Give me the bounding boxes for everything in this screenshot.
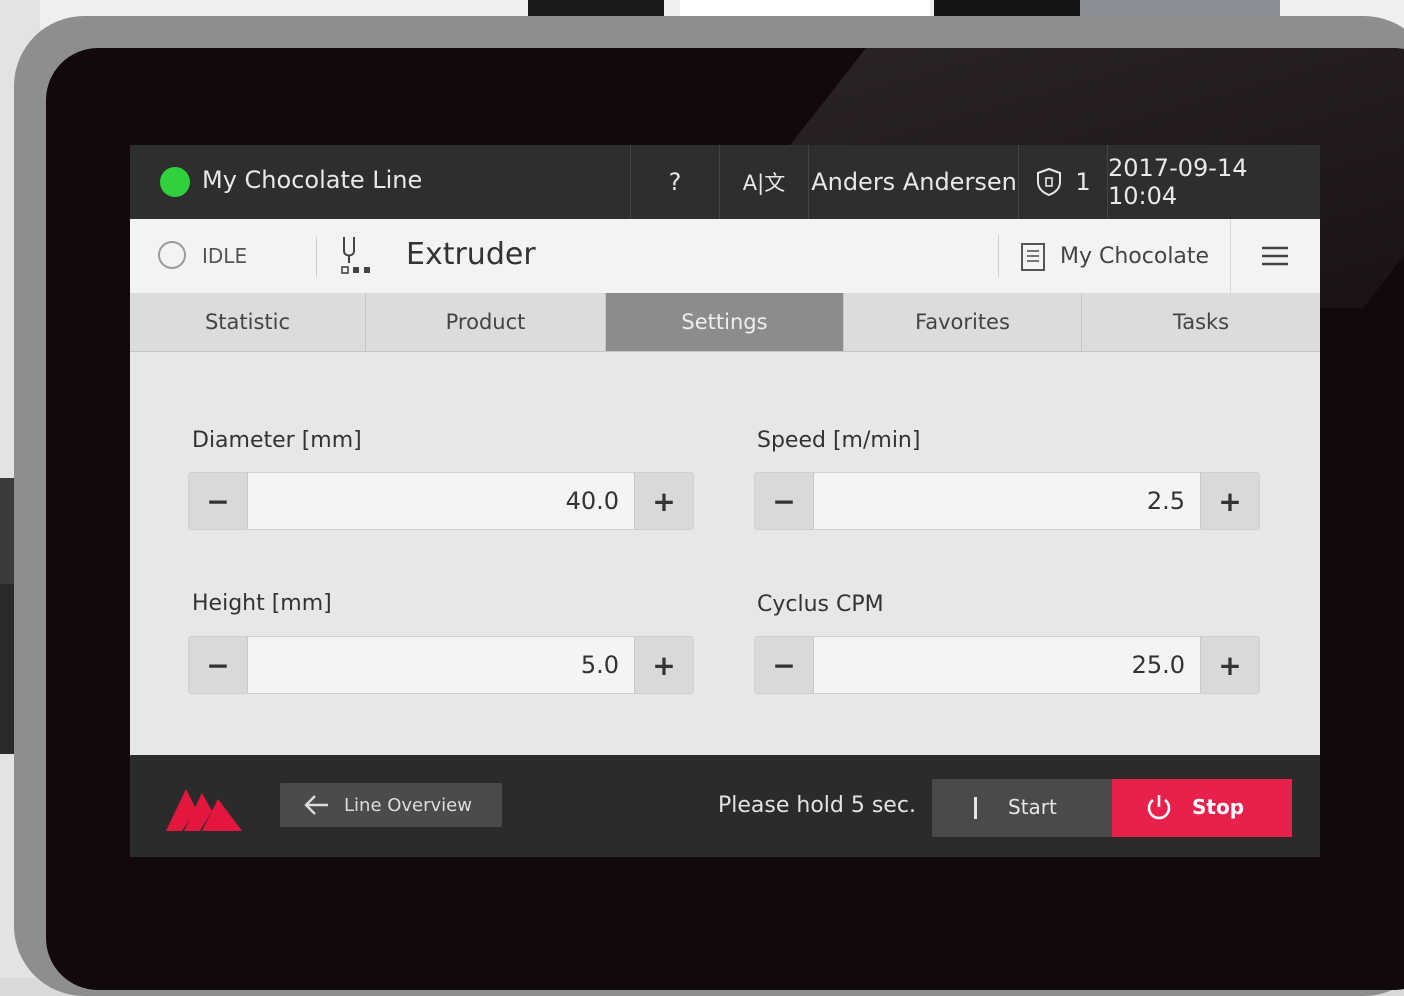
diameter-increment-button[interactable]: + (634, 473, 693, 529)
divider (998, 235, 999, 277)
machine-name: Extruder (406, 237, 536, 272)
user-button[interactable]: Anders Andersen (808, 145, 1019, 219)
power-icon (1147, 795, 1171, 820)
cyclus-decrement-button[interactable]: − (755, 637, 814, 693)
language-button[interactable]: A|文 (719, 145, 808, 219)
arrow-left-icon (304, 795, 328, 815)
top-bar: My Chocolate Line ? A|文 Anders Andersen … (130, 145, 1320, 219)
cyclus-value[interactable]: 25.0 (815, 651, 1185, 679)
datetime: 2017-09-14 10:04 (1107, 145, 1320, 219)
datetime-text: 2017-09-14 10:04 (1108, 154, 1248, 210)
tab-tasks[interactable]: Tasks (1082, 293, 1320, 351)
hold-hint: Please hold 5 sec. (718, 793, 916, 818)
speed-increment-button[interactable]: + (1200, 473, 1259, 529)
speed-value[interactable]: 2.5 (815, 487, 1185, 515)
diameter-stepper: − 40.0 + (188, 472, 694, 530)
help-button[interactable]: ? (630, 145, 719, 219)
diameter-decrement-button[interactable]: − (189, 473, 248, 529)
height-stepper: − 5.0 + (188, 636, 694, 694)
line-name[interactable]: My Chocolate Line (202, 166, 422, 194)
height-increment-button[interactable]: + (634, 637, 693, 693)
cyclus-stepper: − 25.0 + (754, 636, 1260, 694)
speed-decrement-button[interactable]: − (755, 473, 814, 529)
alarm-count: 1 (1075, 168, 1091, 196)
start-icon (974, 797, 977, 819)
line-overview-button[interactable]: Line Overview (280, 783, 502, 827)
tab-product[interactable]: Product (366, 293, 606, 351)
line-status-indicator (160, 167, 190, 197)
diameter-value[interactable]: 40.0 (249, 487, 619, 515)
tab-bar: Statistic Product Settings Favorites Tas… (130, 293, 1320, 352)
tab-statistic[interactable]: Statistic (130, 293, 366, 351)
height-value[interactable]: 5.0 (249, 651, 619, 679)
machine-status-label: IDLE (202, 244, 248, 268)
menu-icon[interactable] (1260, 245, 1290, 267)
settings-panel: Diameter [mm] − 40.0 + Speed [m/min] − 2… (130, 352, 1320, 756)
recipe-name[interactable]: My Chocolate (1060, 244, 1209, 269)
start-label: Start (1008, 795, 1057, 819)
machine-bar: IDLE Extruder My Chocolate (130, 219, 1320, 294)
user-name: Anders Andersen (811, 168, 1017, 196)
height-decrement-button[interactable]: − (189, 637, 248, 693)
tab-settings[interactable]: Settings (606, 293, 844, 351)
alarm-button[interactable]: 1 (1018, 145, 1107, 219)
speed-stepper: − 2.5 + (754, 472, 1260, 530)
shield-icon (1037, 167, 1062, 197)
start-button[interactable]: Start (932, 779, 1112, 837)
help-icon: ? (668, 168, 682, 196)
divider (1230, 219, 1231, 293)
language-icon: A|文 (742, 171, 786, 195)
divider (316, 237, 317, 277)
tab-favorites[interactable]: Favorites (844, 293, 1082, 351)
extruder-icon (341, 237, 370, 274)
line-overview-label: Line Overview (344, 795, 472, 816)
stop-label: Stop (1192, 795, 1245, 819)
stop-button[interactable]: Stop (1112, 779, 1292, 837)
recipe-icon (1021, 243, 1045, 271)
hmi-screen: My Chocolate Line ? A|文 Anders Andersen … (130, 145, 1320, 857)
machine-status-indicator (158, 241, 186, 269)
height-label: Height [mm] (192, 591, 332, 616)
cyclus-increment-button[interactable]: + (1200, 637, 1259, 693)
speed-label: Speed [m/min] (757, 428, 921, 453)
brand-logo (166, 789, 242, 831)
footer-bar: Line Overview Please hold 5 sec. Start S… (130, 755, 1320, 857)
cyclus-label: Cyclus CPM (757, 592, 884, 617)
diameter-label: Diameter [mm] (192, 428, 362, 453)
